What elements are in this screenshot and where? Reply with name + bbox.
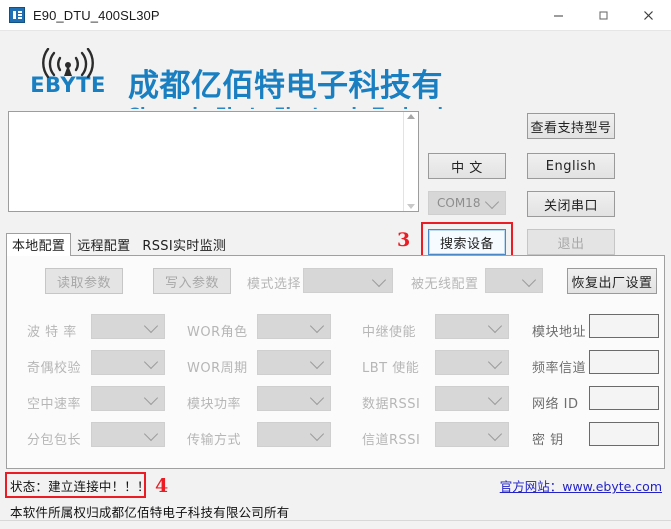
param-label-packet-length: 分包包长	[27, 433, 82, 448]
close-icon[interactable]	[626, 0, 671, 30]
parameter-grid: 波 特 率 WOR角色 中继使能 模块地址 奇偶校验 WOR周期 LBT 使能 …	[7, 314, 664, 458]
param-input-key[interactable]	[589, 422, 659, 446]
chevron-down-icon	[484, 194, 500, 210]
param-label-lbt-enable: LBT 使能	[362, 361, 420, 376]
param-input-frequency-channel[interactable]	[589, 350, 659, 374]
param-label-transmission-mode: 传输方式	[187, 433, 242, 448]
param-input-module-address[interactable]	[589, 314, 659, 338]
param-label-data-rssi: 数据RSSI	[362, 397, 421, 412]
param-label-channel-rssi: 信道RSSI	[362, 433, 421, 448]
factory-reset-button[interactable]: 恢复出厂设置	[567, 268, 657, 294]
tab-strip: 本地配置 远程配置 RSSI实时监测	[6, 233, 665, 256]
window-controls	[536, 0, 671, 30]
com-port-value: COM18	[437, 196, 481, 210]
official-website-link[interactable]: 官方网站：www.ebyte.com	[500, 476, 662, 495]
console-scrollbar[interactable]	[403, 112, 418, 211]
chevron-down-icon	[143, 318, 159, 333]
param-label-wor-cycle: WOR周期	[187, 361, 248, 376]
minimize-icon[interactable]	[536, 0, 581, 30]
param-label-parity: 奇偶校验	[27, 361, 82, 376]
param-select-baud-rate[interactable]	[91, 314, 165, 339]
chevron-down-icon	[371, 272, 387, 287]
chevron-down-icon	[487, 318, 503, 333]
param-row: 波 特 率 WOR角色 中继使能 模块地址	[7, 314, 664, 350]
tab-remote-config[interactable]: 远程配置	[71, 233, 136, 255]
param-select-lbt-enable[interactable]	[435, 350, 509, 375]
param-select-module-power[interactable]	[257, 386, 331, 411]
window-title: E90_DTU_400SL30P	[33, 7, 160, 23]
ebyte-logo: EBYTE	[14, 47, 122, 97]
chevron-down-icon	[143, 426, 159, 441]
scroll-down-arrow[interactable]	[407, 204, 415, 209]
company-name-cn: 成都亿佰特电子科技有	[128, 68, 443, 104]
param-label-module-power: 模块功率	[187, 397, 242, 412]
chevron-down-icon	[309, 354, 325, 369]
wireless-config-select[interactable]	[485, 268, 543, 293]
bottom-divider	[0, 520, 671, 521]
param-select-wor-role[interactable]	[257, 314, 331, 339]
mode-select-label: 模式选择	[247, 277, 302, 292]
param-select-channel-rssi[interactable]	[435, 422, 509, 447]
param-select-air-rate[interactable]	[91, 386, 165, 411]
app-icon	[9, 7, 25, 23]
chevron-down-icon	[487, 354, 503, 369]
param-label-baud-rate: 波 特 率	[27, 325, 77, 340]
param-input-network-id[interactable]	[589, 386, 659, 410]
chevron-down-icon	[143, 354, 159, 369]
annotation-number-4: 4	[155, 475, 169, 497]
view-supported-models-button[interactable]: 查看支持型号	[527, 113, 615, 139]
scroll-up-arrow[interactable]	[407, 114, 415, 119]
panel-toolbar: 读取参数 写入参数 模式选择 被无线配置 恢复出厂设置	[7, 268, 664, 296]
mode-select[interactable]	[303, 268, 393, 293]
param-label-key: 密 钥	[532, 433, 564, 448]
param-select-relay-enable[interactable]	[435, 314, 509, 339]
local-config-panel: 读取参数 写入参数 模式选择 被无线配置 恢复出厂设置 波 特 率 WOR角色 …	[6, 256, 665, 469]
antenna-signal-icon	[30, 47, 106, 83]
title-bar: E90_DTU_400SL30P	[0, 0, 671, 31]
maximize-icon[interactable]	[581, 0, 626, 30]
param-label-relay-enable: 中继使能	[362, 325, 417, 340]
brand-banner: EBYTE 成都亿佰特电子科技有 Chengdu Ebyte Electroni…	[0, 31, 671, 109]
application-window: E90_DTU_400SL30P EBYTE 成都亿佰特电子科技有 查看支持型号…	[0, 0, 671, 529]
param-label-wor-role: WOR角色	[187, 325, 248, 340]
chinese-language-button[interactable]: 中 文	[428, 153, 506, 179]
english-language-button[interactable]: English	[527, 153, 615, 179]
param-select-parity[interactable]	[91, 350, 165, 375]
tab-rssi-monitor[interactable]: RSSI实时监测	[136, 233, 232, 255]
console-output[interactable]	[8, 111, 419, 212]
chevron-down-icon	[487, 390, 503, 405]
param-select-wor-cycle[interactable]	[257, 350, 331, 375]
tab-local-config[interactable]: 本地配置	[6, 233, 72, 256]
param-label-module-address: 模块地址	[532, 325, 587, 340]
status-text: 状态：建立连接中！！！	[10, 479, 150, 494]
chevron-down-icon	[309, 390, 325, 405]
top-controls-area: 查看支持型号 中 文 English COM18 关闭串口 搜索设备 退出 3	[0, 109, 671, 262]
write-params-button[interactable]: 写入参数	[153, 268, 231, 294]
chevron-down-icon	[487, 426, 503, 441]
com-port-select[interactable]: COM18	[428, 191, 506, 215]
copyright-text: 本软件所属权归成都亿佰特电子科技有限公司所有	[10, 505, 290, 520]
param-label-frequency-channel: 频率信道	[532, 361, 587, 376]
chevron-down-icon	[521, 272, 537, 287]
wireless-config-label: 被无线配置	[411, 277, 479, 292]
close-serial-port-button[interactable]: 关闭串口	[527, 191, 615, 217]
chevron-down-icon	[143, 390, 159, 405]
status-area: 状态：建立连接中！！！ 4 本软件所属权归成都亿佰特电子科技有限公司所有 官方网…	[0, 469, 671, 529]
param-select-packet-length[interactable]	[91, 422, 165, 447]
param-label-air-rate: 空中速率	[27, 397, 82, 412]
param-label-network-id: 网络 ID	[532, 397, 579, 412]
param-row: 分包包长 传输方式 信道RSSI 密 钥	[7, 422, 664, 458]
param-row: 空中速率 模块功率 数据RSSI 网络 ID	[7, 386, 664, 422]
read-params-button[interactable]: 读取参数	[45, 268, 123, 294]
chevron-down-icon	[309, 318, 325, 333]
param-select-transmission-mode[interactable]	[257, 422, 331, 447]
console-text[interactable]	[9, 112, 403, 211]
param-row: 奇偶校验 WOR周期 LBT 使能 频率信道	[7, 350, 664, 386]
chevron-down-icon	[309, 426, 325, 441]
param-select-data-rssi[interactable]	[435, 386, 509, 411]
